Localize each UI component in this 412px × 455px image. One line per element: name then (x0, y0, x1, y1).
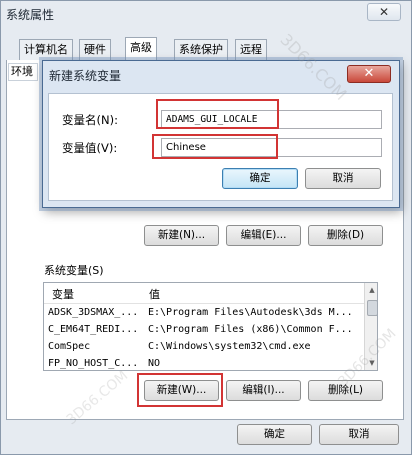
variable-name: ComSpec (48, 341, 91, 352)
tab-hardware[interactable]: 硬件 (79, 39, 111, 60)
system-var-edit-button[interactable]: 编辑(I)... (226, 380, 301, 401)
window-close-button[interactable]: ✕ (367, 3, 401, 21)
variable-value: C:\Program Files (x86)\Common F... (148, 324, 353, 335)
table-row[interactable]: C_EM64T_REDI... C:\Program Files (x86)\C… (44, 323, 364, 339)
user-var-edit-button[interactable]: 编辑(E)... (226, 225, 301, 246)
highlight-variable-value (152, 134, 278, 159)
tab-remote[interactable]: 远程 (235, 39, 267, 60)
user-var-new-button[interactable]: 新建(N)... (144, 225, 219, 246)
scroll-up-arrow-icon[interactable]: ▲ (365, 283, 377, 297)
tab-system-protection[interactable]: 系统保护 (174, 39, 228, 60)
table-row[interactable]: ComSpec C:\Windows\system32\cmd.exe (44, 340, 364, 356)
table-row[interactable]: FP_NO_HOST_C... NO (44, 357, 364, 370)
scrollbar-thumb[interactable] (367, 300, 377, 316)
close-icon: ✕ (363, 66, 375, 81)
variable-name: FP_NO_HOST_C... (48, 358, 139, 369)
column-header-value[interactable]: 值 (149, 286, 160, 302)
highlight-variable-name (156, 99, 279, 129)
table-row[interactable]: ADSK_3DSMAX_... E:\Program Files\Autodes… (44, 306, 364, 322)
list-header: 变量 值 (44, 283, 364, 304)
variable-value: NO (148, 358, 161, 369)
variable-name: ADSK_3DSMAX_... (48, 307, 139, 318)
cancel-button[interactable]: 取消 (319, 424, 399, 445)
window-title: 系统属性 (6, 8, 55, 22)
variable-value-label: 变量值(V): (62, 141, 118, 155)
dialog-title: 新建系统变量 (49, 69, 122, 83)
tab-computer-name[interactable]: 计算机名 (19, 39, 73, 60)
variable-value: C:\Windows\system32\cmd.exe (148, 341, 311, 352)
dialog-close-button[interactable]: ✕ (347, 65, 391, 83)
system-variables-list[interactable]: 变量 值 ADSK_3DSMAX_... E:\Program Files\Au… (43, 282, 378, 371)
variable-name: C_EM64T_REDI... (48, 324, 139, 335)
dialog-cancel-button[interactable]: 取消 (305, 168, 381, 189)
column-header-variable[interactable]: 变量 (52, 286, 74, 302)
ok-button[interactable]: 确定 (237, 424, 312, 445)
tab-advanced[interactable]: 高级 (125, 37, 157, 61)
close-icon: ✕ (378, 5, 390, 19)
user-var-delete-button[interactable]: 删除(D) (308, 225, 383, 246)
system-variables-label: 系统变量(S) (44, 264, 104, 277)
highlight-new-system-var (137, 373, 223, 407)
env-variables-dialog-edge: 环境 (8, 63, 38, 81)
dialog-ok-button[interactable]: 确定 (222, 168, 298, 189)
variable-value: E:\Program Files\Autodesk\3ds M... (148, 307, 353, 318)
variable-name-label: 变量名(N): (62, 113, 118, 127)
